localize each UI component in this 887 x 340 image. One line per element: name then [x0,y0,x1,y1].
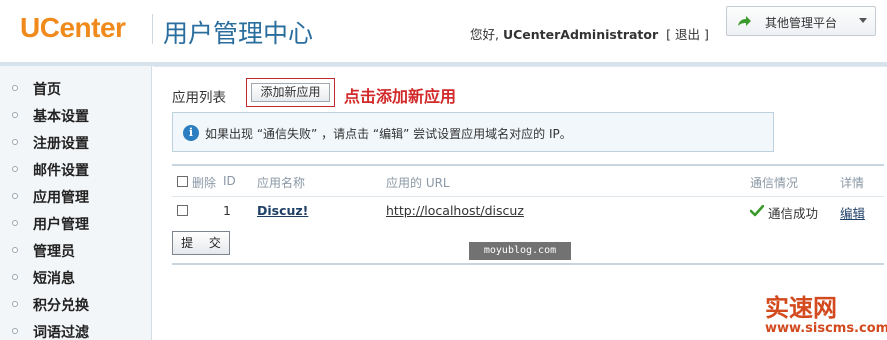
app-url-link[interactable]: http://localhost/discuz [386,203,524,218]
bullet-icon [12,274,18,280]
info-tip-box: i 如果出现 “通信失败” ，请点击 “编辑” 尝试设置应用域名对应的 IP。 [172,112,774,152]
table-bottom-border [172,263,884,265]
col-header-detail: 详情 [840,176,865,190]
other-platforms-label: 其他管理平台 [765,16,838,30]
table-header-divider [172,196,884,197]
bullet-icon [12,193,18,199]
bullet-icon [12,112,18,118]
bullet-icon [12,166,18,172]
moyublog-watermark: moyublog.com [469,242,571,260]
logout-bracket-open: [ [666,27,671,42]
info-tip-text: 如果出现 “通信失败” ，请点击 “编辑” 尝试设置应用域名对应的 IP。 [205,127,572,141]
sidebar-item-home[interactable]: 首页 [0,75,152,102]
sidebar-item-label: 积分兑换 [33,298,89,314]
app-name-link[interactable]: Discuz! [257,203,308,218]
main-content: 应用列表 添加新应用 点击添加新应用 i 如果出现 “通信失败” ，请点击 “编… [153,66,887,340]
row-app-name: Discuz! [257,203,308,218]
table-top-border [172,164,884,166]
main-top-border [153,66,887,67]
bullet-icon [12,247,18,253]
sidebar: 首页 基本设置 注册设置 邮件设置 应用管理 用户管理 管理员 短消息 积分兑换… [0,66,152,340]
sidebar-item-mail-settings[interactable]: 邮件设置 [0,156,152,183]
col-header-delete: 删除 [192,176,217,190]
other-platforms-dropdown[interactable]: 其他管理平台 [726,6,876,36]
info-icon: i [183,125,199,141]
add-app-annotation: 点击添加新应用 [344,87,457,106]
logout-bracket-close: ] [703,27,709,42]
bullet-icon [12,220,18,226]
col-header-url: 应用的 URL [386,176,450,190]
sidebar-item-label: 短消息 [33,271,75,287]
bullet-icon [12,139,18,145]
sidebar-item-admins[interactable]: 管理员 [0,237,152,264]
sidebar-item-label: 基本设置 [33,109,89,125]
sidebar-item-label: 用户管理 [33,217,89,233]
sidebar-item-app-management[interactable]: 应用管理 [0,183,152,210]
logout-link[interactable]: 退出 [675,27,700,42]
row-detail: 编辑 [840,203,865,222]
row-id: 1 [223,203,231,218]
chevron-down-icon [859,18,867,23]
select-all-checkbox[interactable] [177,176,188,187]
sidebar-item-label: 注册设置 [33,136,89,152]
col-header-status: 通信情况 [750,176,799,190]
sidebar-item-label: 词语过滤 [33,325,89,340]
sidebar-item-messages[interactable]: 短消息 [0,264,152,291]
sidebar-item-label: 应用管理 [33,190,89,206]
user-bar: 您好, UCenterAdministrator [ 退出 ] [470,24,709,43]
sidebar-item-label: 管理员 [33,244,75,260]
col-header-name: 应用名称 [257,176,306,190]
sidebar-item-register-settings[interactable]: 注册设置 [0,129,152,156]
submit-button[interactable]: 提 交 [172,231,230,255]
row-app-url: http://localhost/discuz [386,203,524,218]
sidebar-item-word-filter[interactable]: 词语过滤 [0,318,152,340]
sidebar-item-user-management[interactable]: 用户管理 [0,210,152,237]
logo-divider [152,14,153,44]
sidebar-item-label: 邮件设置 [33,163,89,179]
greeting-text: 您好, [470,27,499,42]
app-list-title: 应用列表 [172,90,226,106]
bullet-icon [12,301,18,307]
row-checkbox[interactable] [177,205,188,216]
sidebar-item-basic-settings[interactable]: 基本设置 [0,102,152,129]
add-app-button[interactable]: 添加新应用 [251,83,330,102]
row-status: 通信成功 [768,206,819,221]
add-app-highlight-frame: 添加新应用 [246,78,335,107]
sidebar-item-label: 首页 [33,82,61,98]
site-title: 用户管理中心 [163,19,314,48]
checkmark-icon [750,205,764,217]
sidebar-item-credit-exchange[interactable]: 积分兑换 [0,291,152,318]
username: UCenterAdministrator [502,27,659,42]
bullet-icon [12,328,18,334]
edit-link[interactable]: 编辑 [840,206,865,221]
siscms-watermark-cn: 实速网 [765,294,837,322]
col-header-id: ID [223,174,236,188]
share-arrow-icon [738,16,751,26]
bullet-icon [12,85,18,91]
header: UCenter 用户管理中心 您好, UCenterAdministrator … [0,0,887,62]
siscms-watermark-url: www.siscms.com [765,321,887,336]
ucenter-logo[interactable]: UCenter [20,12,126,44]
